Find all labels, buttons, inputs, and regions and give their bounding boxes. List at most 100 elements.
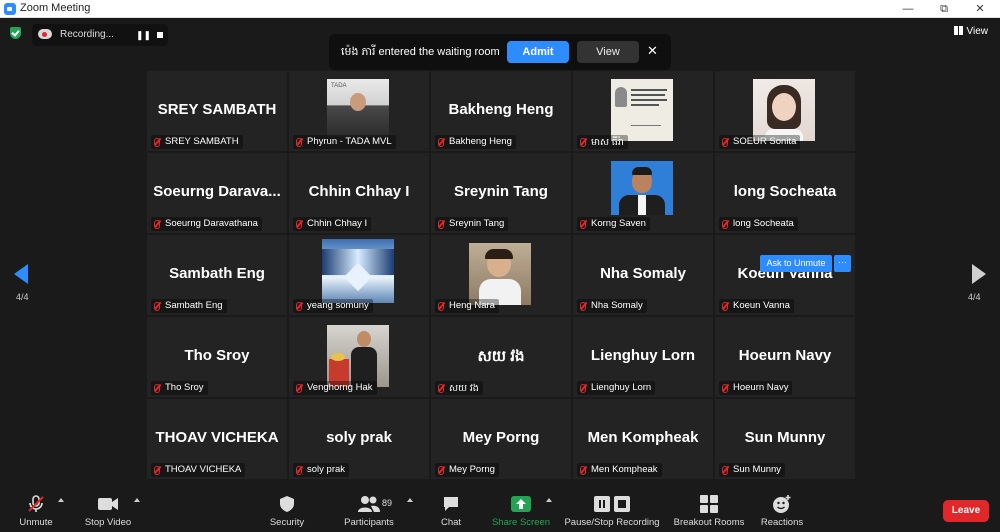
security-button[interactable]: Security [262, 492, 312, 528]
participant-tile[interactable]: yeang somuny [289, 235, 429, 315]
participant-tile[interactable]: TADA Phyrun - TADA MVL [289, 71, 429, 151]
stop-video-button[interactable]: Stop Video [80, 492, 136, 528]
unmute-label: Unmute [19, 517, 53, 528]
chat-button[interactable]: Chat [432, 492, 470, 528]
reactions-button[interactable]: Reactions [756, 492, 808, 528]
dismiss-notification-button[interactable]: ✕ [647, 43, 658, 59]
participant-tile[interactable]: SOEUR Sonita [715, 71, 855, 151]
reactions-label: Reactions [760, 517, 804, 528]
participant-name-label: Phyrun - TADA MVL [293, 135, 396, 149]
participant-name-label: Sreynin Tang [435, 217, 509, 231]
pause-stop-recording-icon [594, 496, 630, 512]
participant-display-name: Lienghuy Lorn [590, 347, 696, 364]
participant-tile[interactable]: Sreynin Tang Sreynin Tang [431, 153, 571, 233]
participant-name-label: soly prak [293, 463, 350, 477]
participant-name-label: long Socheata [719, 217, 798, 231]
participant-tile[interactable]: មាស ធីរ៉ា [573, 71, 713, 151]
leave-meeting-button[interactable]: Leave [943, 500, 989, 522]
stop-recording-button[interactable] [154, 28, 166, 42]
participant-tile[interactable]: Chhin Chhay I Chhin Chhay I [289, 153, 429, 233]
ask-to-unmute-button[interactable]: Ask to Unmute [760, 255, 832, 272]
participant-tile[interactable]: Korng Saven [573, 153, 713, 233]
reactions-smiley-icon [773, 495, 791, 513]
unmute-button[interactable]: Unmute [14, 492, 58, 528]
participant-name-label: Soeurng Daravathana [151, 217, 262, 231]
minimize-button[interactable]: — [890, 0, 926, 18]
share-screen-label: Share Screen [491, 517, 551, 528]
window-title: Zoom Meeting [20, 2, 91, 14]
grid-view-icon [953, 26, 963, 35]
participant-tile[interactable]: long Socheata long Socheata [715, 153, 855, 233]
participant-display-name: Hoeurn Navy [738, 347, 832, 364]
view-layout-button[interactable]: View [953, 26, 988, 37]
page-indicator-left: 4/4 [16, 292, 29, 302]
participant-name-label: Korng Saven [577, 217, 650, 231]
participant-display-name: Tho Sroy [184, 347, 250, 364]
participant-name-label: Mey Porng [435, 463, 499, 477]
participant-tile[interactable]: THOAV VICHEKA THOAV VICHEKA [147, 399, 287, 479]
view-waiting-room-button[interactable]: View [577, 41, 639, 63]
muted-microphone-icon [28, 495, 44, 512]
security-label: Security [269, 517, 305, 528]
pause-stop-recording-button[interactable]: Pause/Stop Recording [563, 492, 661, 528]
participant-tile[interactable]: Men Kompheak Men Kompheak [573, 399, 713, 479]
participant-tile[interactable]: soly prak soly prak [289, 399, 429, 479]
participant-profile-image [611, 161, 673, 215]
next-page-arrow-icon[interactable] [972, 264, 986, 284]
breakout-rooms-icon [700, 495, 718, 513]
participant-profile-image [322, 239, 394, 303]
participant-tile[interactable]: Sambath Eng Sambath Eng [147, 235, 287, 315]
participant-display-name: Men Kompheak [587, 429, 699, 446]
close-window-button[interactable]: ✕ [962, 0, 998, 18]
participant-display-name: Sreynin Tang [454, 183, 548, 200]
page-indicator-right: 4/4 [968, 292, 981, 302]
pause-recording-button[interactable]: ❚❚ [136, 28, 151, 42]
participant-name-label: Tho Sroy [151, 381, 208, 395]
restore-button[interactable]: ⧉ [926, 0, 962, 18]
participant-tile[interactable]: Nha Somaly Nha Somaly [573, 235, 713, 315]
participant-profile-image [469, 243, 531, 305]
participant-tile[interactable]: Heng Nara [431, 235, 571, 315]
participant-name-label: Chhin Chhay I [293, 217, 372, 231]
participant-tile[interactable]: Sun Munny Sun Munny [715, 399, 855, 479]
share-options-caret-icon[interactable] [546, 498, 552, 502]
participant-name-label: SREY SAMBATH [151, 135, 243, 149]
participant-tile[interactable]: Lienghuy Lorn Lienghuy Lorn [573, 317, 713, 397]
pause-stop-recording-label: Pause/Stop Recording [564, 517, 660, 528]
participants-options-caret-icon[interactable] [407, 498, 413, 502]
participant-tile[interactable]: Tho Sroy Tho Sroy [147, 317, 287, 397]
participant-name-label: មាស ធីរ៉ា [577, 135, 628, 149]
participant-display-name: Chhin Chhay I [308, 183, 410, 200]
video-camera-icon [98, 498, 118, 510]
participant-display-name: long Socheata [733, 183, 837, 200]
participant-tile[interactable]: សយ វង សយ វង [431, 317, 571, 397]
participant-tile[interactable]: Soeurng Darava... Soeurng Daravathana [147, 153, 287, 233]
participant-display-name: soly prak [326, 429, 392, 446]
participant-tile[interactable]: Hoeurn Navy Hoeurn Navy [715, 317, 855, 397]
zoom-logo-icon [4, 3, 16, 15]
participant-name-label: Heng Nara [435, 299, 499, 313]
share-screen-button[interactable]: Share Screen [490, 492, 552, 528]
participants-label: Participants [344, 517, 394, 528]
chat-label: Chat [440, 517, 462, 528]
previous-page-arrow-icon[interactable] [14, 264, 28, 284]
participant-name-label: Hoeurn Navy [719, 381, 793, 395]
participant-tile[interactable]: Mey Porng Mey Porng [431, 399, 571, 479]
encryption-shield-icon[interactable] [10, 27, 21, 39]
participant-tile[interactable]: Koeun Vanna Koeun Vanna [715, 235, 855, 315]
participant-tile[interactable]: SREY SAMBATH SREY SAMBATH [147, 71, 287, 151]
participant-profile-image [327, 325, 389, 387]
breakout-rooms-label: Breakout Rooms [673, 517, 745, 528]
audio-options-caret-icon[interactable] [58, 498, 64, 502]
participant-display-name: SREY SAMBATH [157, 101, 277, 118]
video-options-caret-icon[interactable] [134, 498, 140, 502]
admit-button[interactable]: Admit [507, 41, 569, 63]
participant-name-label: yeang somuny [293, 299, 373, 313]
meeting-controls-toolbar: Unmute Stop Video Security Participants … [0, 488, 1000, 532]
breakout-rooms-button[interactable]: Breakout Rooms [670, 492, 748, 528]
participant-tile[interactable]: Bakheng Heng Bakheng Heng [431, 71, 571, 151]
participant-video-thumbnail: TADA [327, 79, 389, 137]
tile-more-options-button[interactable]: ··· [834, 255, 851, 272]
participant-name-label: Venghorng Hak [293, 381, 377, 395]
participant-tile[interactable]: Venghorng Hak [289, 317, 429, 397]
